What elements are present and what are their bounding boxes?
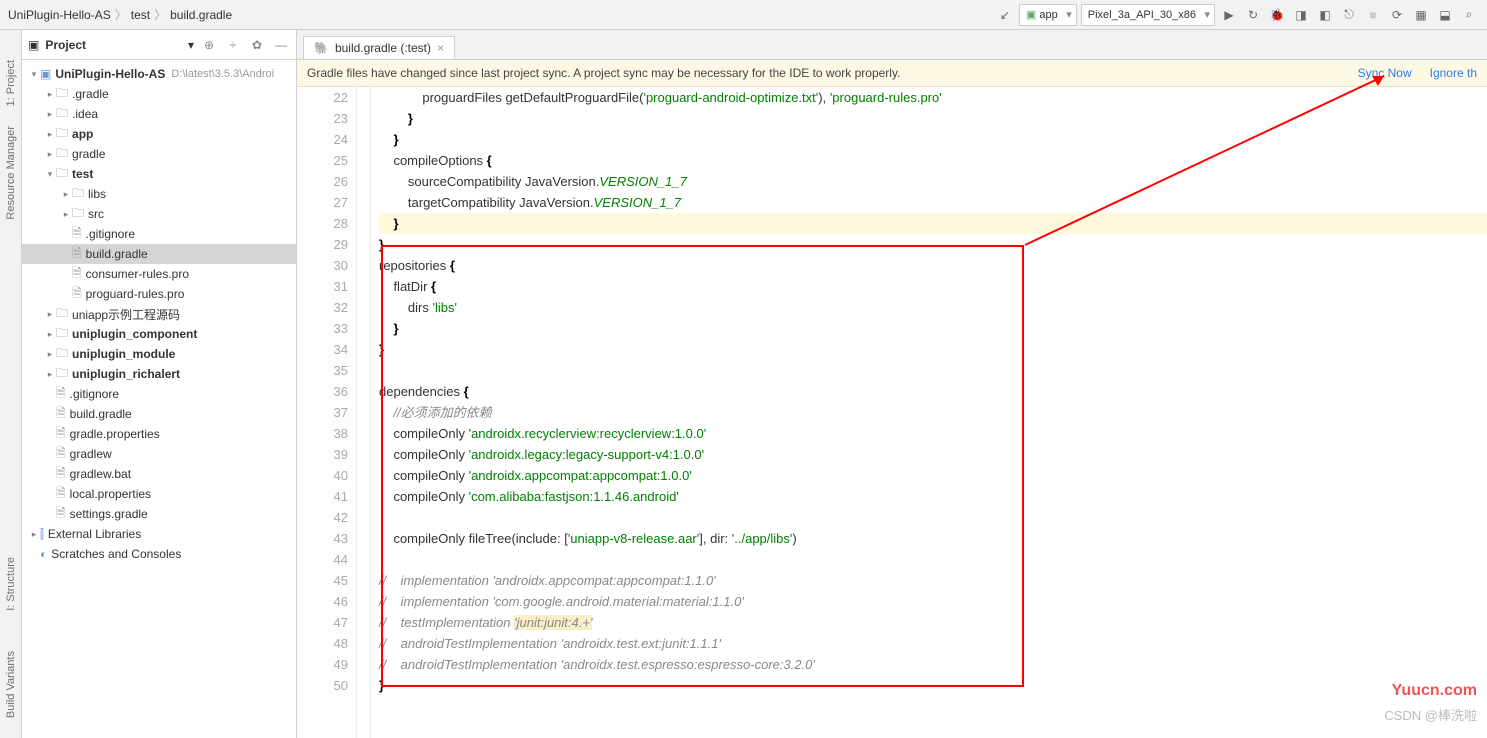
editor-area: 🐘 build.gradle (:test) × Gradle files ha… <box>297 30 1487 738</box>
tab-build-gradle[interactable]: 🐘 build.gradle (:test) × <box>303 36 455 59</box>
tree-item-libs[interactable]: ▸🗀libs <box>22 184 296 204</box>
hide-icon[interactable]: — <box>272 36 290 54</box>
tree-item-src[interactable]: ▸🗀src <box>22 204 296 224</box>
structure-tool[interactable]: I: Structure <box>5 557 17 611</box>
collapse-icon[interactable]: ÷ <box>224 36 242 54</box>
breadcrumb-1[interactable]: test <box>131 8 150 22</box>
tree-item-settings-gradle[interactable]: 🗎settings.gradle <box>22 504 296 524</box>
run-icon[interactable]: ▶ <box>1219 5 1239 25</box>
top-bar: UniPlugin-Hello-AS 〉 test 〉 build.gradle… <box>0 0 1487 30</box>
gradle-file-icon: 🐘 <box>314 41 329 55</box>
close-icon[interactable]: × <box>437 41 444 55</box>
profile-icon[interactable]: ◨ <box>1291 5 1311 25</box>
breadcrumb-2[interactable]: build.gradle <box>170 8 232 22</box>
build-icon[interactable]: ↙ <box>995 5 1015 25</box>
tree-item--gitignore[interactable]: 🗎.gitignore <box>22 384 296 404</box>
tree-item-uniplugin-richalert[interactable]: ▸🗀uniplugin_richalert <box>22 364 296 384</box>
fold-column <box>357 87 371 738</box>
sidebar-title[interactable]: Project <box>45 38 182 52</box>
tree-item-test[interactable]: ▾🗀test <box>22 164 296 184</box>
run-config-dropdown[interactable]: ▣ app <box>1019 4 1077 26</box>
resource-mgr-tool[interactable]: Resource Manager <box>5 126 17 220</box>
sync-notice: Gradle files have changed since last pro… <box>297 60 1487 87</box>
tree-item-uniapp------[interactable]: ▸🗀uniapp示例工程源码 <box>22 304 296 324</box>
tree-item-gradlew-bat[interactable]: 🗎gradlew.bat <box>22 464 296 484</box>
settings-icon[interactable]: ✿ <box>248 36 266 54</box>
external-libraries[interactable]: ▸⫿External Libraries <box>22 524 296 544</box>
target-icon[interactable]: ⊕ <box>200 36 218 54</box>
sync-icon[interactable]: ⟳ <box>1387 5 1407 25</box>
tree-item--idea[interactable]: ▸🗀.idea <box>22 104 296 124</box>
sync-now-link[interactable]: Sync Now <box>1358 66 1412 80</box>
watermark-site: Yuucn.com <box>1392 682 1477 700</box>
debug-icon[interactable]: 🐞 <box>1267 5 1287 25</box>
rerun-icon[interactable]: ↻ <box>1243 5 1263 25</box>
device-dropdown[interactable]: Pixel_3a_API_30_x86 <box>1081 4 1215 26</box>
project-sidebar: ▣ Project ▾ ⊕ ÷ ✿ — ▾▣ UniPlugin-Hello-A… <box>22 30 297 738</box>
tree-item-build-gradle[interactable]: 🗎build.gradle <box>22 404 296 424</box>
toolbar-actions: ↙ ▣ app Pixel_3a_API_30_x86 ▶ ↻ 🐞 ◨ ◧ ⎋ … <box>995 4 1487 26</box>
attach-icon[interactable]: ⎋ <box>1339 5 1359 25</box>
tree-item-gradle-properties[interactable]: 🗎gradle.properties <box>22 424 296 444</box>
avd-icon[interactable]: ▦ <box>1411 5 1431 25</box>
scratches[interactable]: ◐Scratches and Consoles <box>22 544 296 564</box>
left-tool-rail: 1: Project Resource Manager I: Structure… <box>0 30 22 738</box>
ignore-link[interactable]: Ignore th <box>1430 66 1477 80</box>
tree-item-local-properties[interactable]: 🗎local.properties <box>22 484 296 504</box>
tree-item--gitignore[interactable]: 🗎.gitignore <box>22 224 296 244</box>
tree-item--gradle[interactable]: ▸🗀.gradle <box>22 84 296 104</box>
breadcrumb: UniPlugin-Hello-AS 〉 test 〉 build.gradle <box>0 6 995 23</box>
notice-message: Gradle files have changed since last pro… <box>307 66 1340 80</box>
sdk-icon[interactable]: ⬓ <box>1435 5 1455 25</box>
tree-item-consumer-rules-pro[interactable]: 🗎consumer-rules.pro <box>22 264 296 284</box>
search-icon[interactable]: ⌕ <box>1459 5 1479 25</box>
line-gutter: 2223242526272829303132333435363738394041… <box>297 87 357 738</box>
tree-item-build-gradle[interactable]: 🗎build.gradle <box>22 244 296 264</box>
tree-item-proguard-rules-pro[interactable]: 🗎proguard-rules.pro <box>22 284 296 304</box>
tree-item-gradle[interactable]: ▸🗀gradle <box>22 144 296 164</box>
tree-item-uniplugin-component[interactable]: ▸🗀uniplugin_component <box>22 324 296 344</box>
code-content[interactable]: proguardFiles getDefaultProguardFile('pr… <box>371 87 1487 738</box>
editor-tabs: 🐘 build.gradle (:test) × <box>297 30 1487 60</box>
tree-root[interactable]: ▾▣ UniPlugin-Hello-AS D:\latest\3.5.3\An… <box>22 64 296 84</box>
project-view-icon: ▣ <box>28 38 39 52</box>
watermark-csdn: CSDN @棒洗啦 <box>1384 705 1477 724</box>
coverage-icon[interactable]: ◧ <box>1315 5 1335 25</box>
tree-item-uniplugin-module[interactable]: ▸🗀uniplugin_module <box>22 344 296 364</box>
project-tree: ▾▣ UniPlugin-Hello-AS D:\latest\3.5.3\An… <box>22 60 296 568</box>
tree-item-app[interactable]: ▸🗀app <box>22 124 296 144</box>
tree-item-gradlew[interactable]: 🗎gradlew <box>22 444 296 464</box>
project-tool[interactable]: 1: Project <box>5 60 17 106</box>
stop-icon[interactable]: ■ <box>1363 5 1383 25</box>
code-editor[interactable]: 2223242526272829303132333435363738394041… <box>297 87 1487 738</box>
breadcrumb-root[interactable]: UniPlugin-Hello-AS <box>8 8 111 22</box>
build-variants-tool[interactable]: Build Variants <box>5 651 17 718</box>
